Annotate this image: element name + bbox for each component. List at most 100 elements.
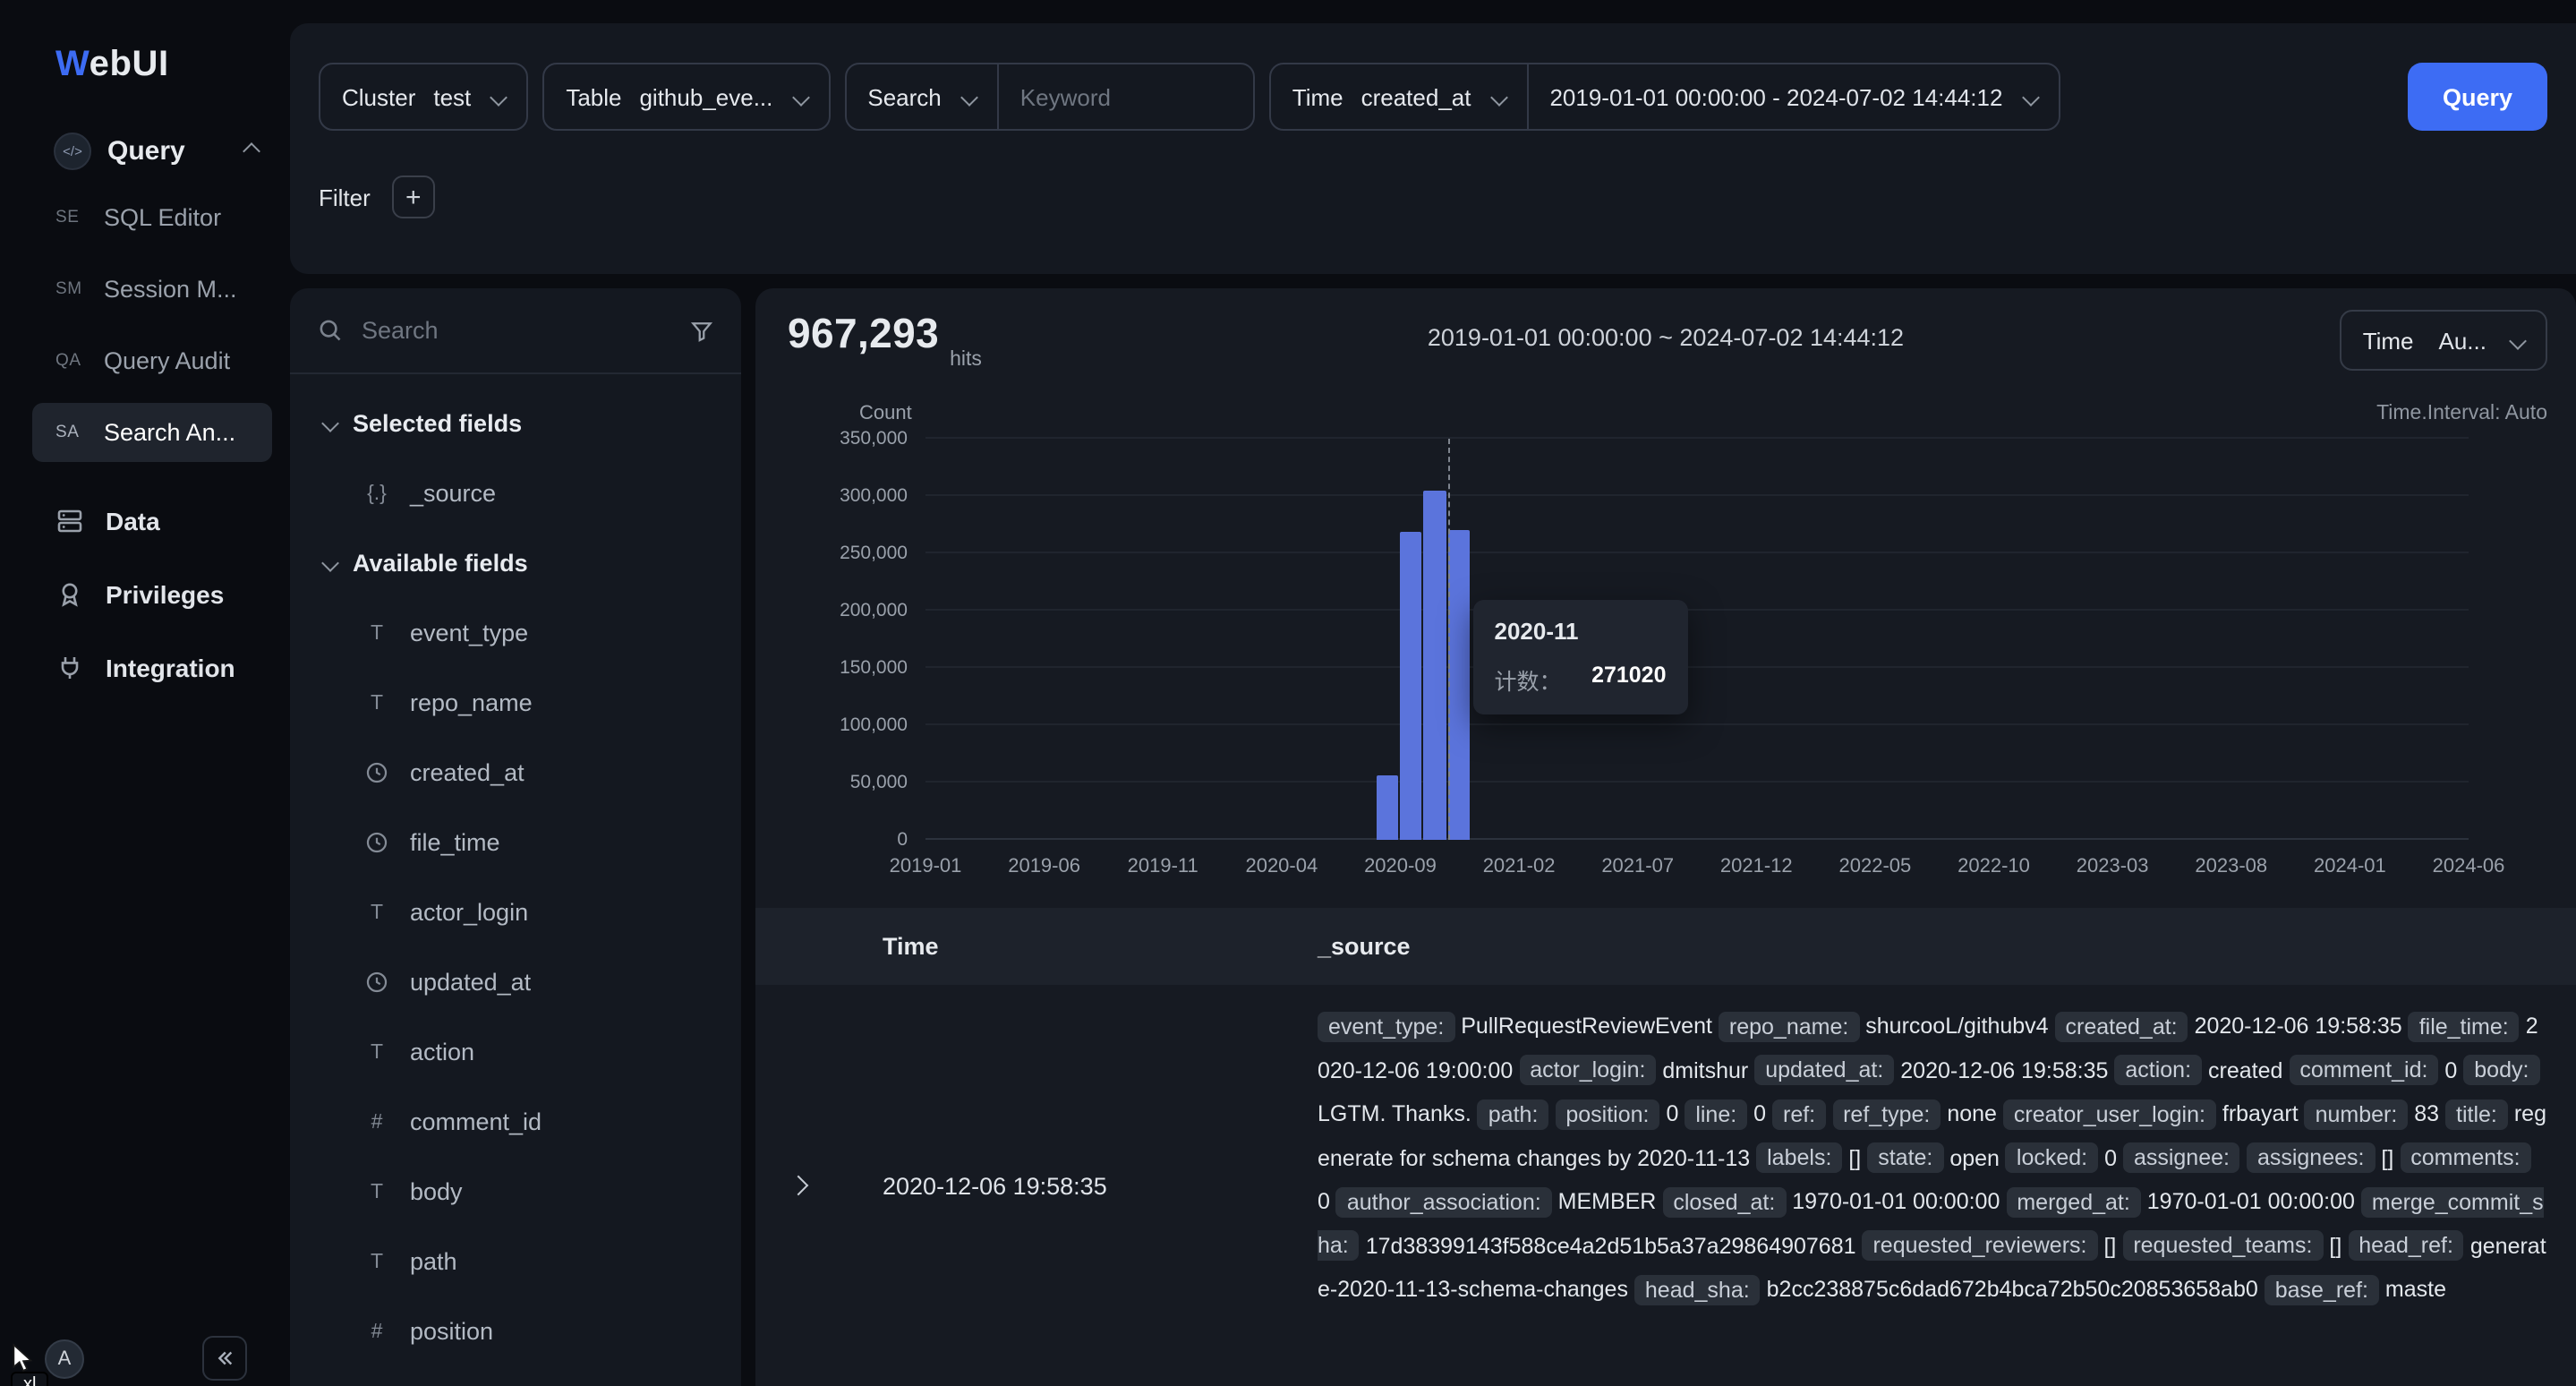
x-tick-label: 2022-05 xyxy=(1839,856,1912,877)
results-time-range: 2019-01-01 00:00:00 ~ 2024-07-02 14:44:1… xyxy=(755,324,2576,351)
sidebar-item-data[interactable]: Data xyxy=(0,483,290,557)
source-key: created_at: xyxy=(2055,1011,2188,1041)
row-source-cell: event_type: PullRequestReviewEvent repo_… xyxy=(1318,985,2576,1331)
fields-search-input[interactable] xyxy=(362,317,671,344)
gridline xyxy=(925,723,2469,725)
field-item-actor-login[interactable]: Tactor_login xyxy=(308,877,723,947)
avatar[interactable]: A xyxy=(45,1339,84,1379)
table-row: 2020-12-06 19:58:35 event_type: PullRequ… xyxy=(755,985,2576,1386)
results-header: 967,293 hits 2019-01-01 00:00:00 ~ 2024-… xyxy=(755,288,2576,378)
tooltip-row: 计数： 271020 xyxy=(1495,662,1667,696)
main-nav: Data Privileges Integration xyxy=(0,483,290,704)
sidebar-item-integration[interactable]: Integration xyxy=(0,630,290,704)
item-abbrev: SE xyxy=(55,208,86,227)
hits-label: hits xyxy=(950,349,982,378)
available-fields-header[interactable]: Available fields xyxy=(308,528,723,598)
field-item-comment-id[interactable]: #comment_id xyxy=(308,1087,723,1157)
item-label: Search An... xyxy=(104,419,235,446)
divider xyxy=(997,64,999,129)
source-key: position: xyxy=(1555,1099,1659,1129)
sidebar-item-sql-editor[interactable]: SESQL Editor xyxy=(32,188,272,247)
field-item-action[interactable]: Taction xyxy=(308,1017,723,1087)
query-button[interactable]: Query xyxy=(2408,63,2547,131)
tooltip-count-value: 271020 xyxy=(1591,662,1666,696)
x-tick-label: 2023-03 xyxy=(2077,856,2149,877)
field-name: action xyxy=(410,1039,474,1065)
chevron-down-icon xyxy=(791,88,809,106)
clock-icon xyxy=(362,831,392,854)
filter-row: Filter + xyxy=(319,175,2547,218)
x-tick-label: 2021-02 xyxy=(1483,856,1556,877)
field-item-file-time[interactable]: file_time xyxy=(308,808,723,877)
keyword-input[interactable] xyxy=(1020,83,1232,110)
collapse-sidebar-button[interactable] xyxy=(202,1336,247,1381)
y-tick-label: 250,000 xyxy=(755,543,908,564)
sidebar-item-query-audit[interactable]: QAQuery Audit xyxy=(32,331,272,390)
expand-row-button[interactable] xyxy=(755,1178,841,1193)
search-mode-select[interactable]: Search xyxy=(867,83,941,110)
chart-area: 2020-11 计数： 271020 050,000100,000150,000… xyxy=(755,439,2576,883)
chart-tooltip: 2020-11 计数： 271020 xyxy=(1473,599,1688,714)
source-key: title: xyxy=(2445,1099,2508,1129)
cursor-arrow-icon xyxy=(11,1343,36,1373)
chevron-down-icon xyxy=(2022,88,2040,106)
sidebar-item-privileges[interactable]: Privileges xyxy=(0,557,290,630)
time-range-picker[interactable]: 2019-01-01 00:00:00 - 2024-07-02 14:44:1… xyxy=(1549,83,2002,110)
gridline xyxy=(925,437,2469,439)
field-item-repo-name[interactable]: Trepo_name xyxy=(308,668,723,738)
double-chevron-left-icon xyxy=(213,1347,236,1370)
field-name: created_at xyxy=(410,759,525,786)
bar-2020-09[interactable] xyxy=(1400,533,1422,840)
source-key: assignees: xyxy=(2247,1142,2376,1173)
bar-2020-08[interactable] xyxy=(1377,774,1399,840)
table-value: github_eve... xyxy=(639,83,772,110)
available-fields-list: Tevent_typeTrepo_name created_at file_time… xyxy=(308,598,723,1366)
hits-count: 967,293 xyxy=(788,310,939,358)
field-item-created-at[interactable]: created_at xyxy=(308,738,723,808)
chevron-down-icon xyxy=(1490,88,1508,106)
gridline xyxy=(925,552,2469,553)
interval-dd-value: Au... xyxy=(2439,327,2487,354)
text-icon: T xyxy=(362,622,392,644)
histogram-plot: 2020-11 计数： 271020 050,000100,000150,000… xyxy=(925,439,2469,840)
source-key: head_sha: xyxy=(1634,1274,1761,1305)
available-fields-title: Available fields xyxy=(353,550,528,577)
x-tick-label: 2024-06 xyxy=(2433,856,2505,877)
text-icon: T xyxy=(362,1181,392,1202)
x-tick-label: 2022-10 xyxy=(1958,856,2030,877)
fields-search-bar xyxy=(290,288,741,374)
source-key: action: xyxy=(2114,1055,2202,1085)
sidebar-item-session-m[interactable]: SMSession M... xyxy=(32,260,272,319)
field-name: actor_login xyxy=(410,899,528,926)
table-header: Time _source xyxy=(755,908,2576,985)
sidebar-group-query[interactable]: </> Query xyxy=(0,133,290,170)
add-filter-button[interactable]: + xyxy=(392,175,435,218)
field-item-path[interactable]: Tpath xyxy=(308,1227,723,1296)
bar-2020-10[interactable] xyxy=(1424,491,1446,840)
item-label: Integration xyxy=(106,653,235,681)
cluster-select[interactable]: Cluster test xyxy=(319,63,528,131)
query-group-label: Query xyxy=(107,136,185,167)
field-item-updated-at[interactable]: updated_at xyxy=(308,947,723,1017)
cluster-label: Cluster xyxy=(342,83,415,110)
clock-icon xyxy=(362,971,392,994)
tooltip-count-label: 计数： xyxy=(1495,662,1562,696)
sidebar-item-search-an[interactable]: SASearch An... xyxy=(32,403,272,462)
time-interval-dropdown[interactable]: Time Au... xyxy=(2340,310,2547,371)
sidebar: WebUI </> Query SESQL EditorSMSession M.… xyxy=(0,0,290,1386)
y-tick-label: 0 xyxy=(755,829,908,851)
time-field-select[interactable]: created_at xyxy=(1361,83,1471,110)
y-tick-label: 300,000 xyxy=(755,485,908,507)
item-label: Data xyxy=(106,506,160,535)
bar-2020-11[interactable] xyxy=(1448,529,1471,840)
field-item-event-type[interactable]: Tevent_type xyxy=(308,598,723,668)
text-icon: T xyxy=(362,1251,392,1272)
field-item-source[interactable]: {.}_source xyxy=(308,458,723,528)
funnel-filter-icon[interactable] xyxy=(689,318,714,343)
table-select[interactable]: Table github_eve... xyxy=(542,63,830,131)
selected-fields-header[interactable]: Selected fields xyxy=(308,389,723,458)
field-item-position[interactable]: #position xyxy=(308,1296,723,1366)
gridline xyxy=(925,838,2469,840)
text-icon: T xyxy=(362,902,392,923)
field-item-body[interactable]: Tbody xyxy=(308,1157,723,1227)
